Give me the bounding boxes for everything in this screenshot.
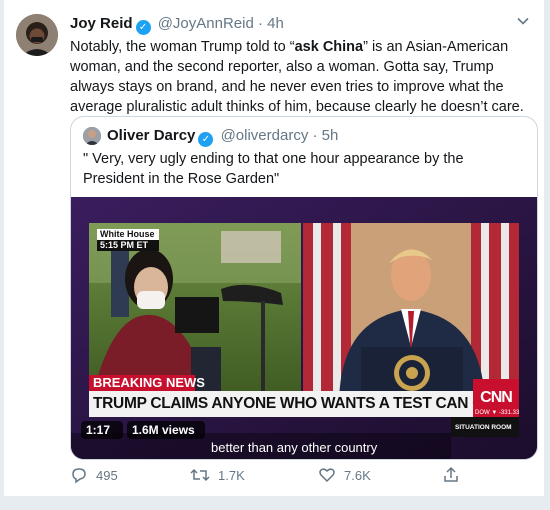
quoted-avatar-image — [83, 127, 101, 145]
quoted-text: " Very, very ugly ending to that one hou… — [83, 151, 464, 187]
quoted-author-name[interactable]: Oliver Darcy — [107, 127, 195, 144]
reply-button[interactable]: 495 — [70, 466, 118, 484]
heart-icon — [319, 468, 335, 483]
video-views: 1.6M views — [132, 423, 195, 437]
tweet-text-bold: ask China — [294, 39, 364, 55]
right-video-panel — [303, 223, 519, 401]
author-avatar[interactable] — [16, 14, 58, 56]
separator-dot: · — [257, 15, 263, 32]
author-handle[interactable]: @JoyAnnReid — [158, 15, 254, 32]
reply-count: 495 — [96, 467, 118, 483]
media-time-label: 5:15 PM ET — [100, 240, 149, 250]
verified-badge-icon: ✓ — [135, 20, 151, 35]
quoted-author-avatar[interactable] — [83, 127, 101, 145]
quoted-verified-badge-icon: ✓ — [198, 132, 214, 147]
share-button[interactable] — [442, 466, 460, 484]
video-duration: 1:17 — [86, 423, 111, 437]
tweet-text: Notably, the woman Trump told to “ask Ch… — [70, 37, 536, 117]
tweet-text-start: Notably, the woman Trump told to “ — [70, 39, 295, 55]
ticker-label: DOW ▼ -331.33 — [475, 410, 520, 416]
quoted-author-handle[interactable]: @oliverdarcy — [221, 127, 309, 144]
tweet-actions: 495 1.7K 7.6K — [70, 466, 510, 488]
quoted-header: Oliver Darcy ✓ @oliverdarcy · 5h — [107, 126, 338, 147]
breaking-news-label: BREAKING NEWS — [93, 375, 205, 390]
reply-icon — [72, 468, 86, 484]
quoted-tweet[interactable]: Oliver Darcy ✓ @oliverdarcy · 5h " Very, … — [70, 116, 538, 460]
quoted-time[interactable]: 5h — [322, 127, 339, 144]
segment-label: SITUATION ROOM — [455, 424, 512, 431]
network-logo: CNN — [480, 389, 513, 406]
avatar-image — [16, 14, 58, 56]
chevron-down-icon[interactable] — [516, 14, 530, 31]
author-name[interactable]: Joy Reid — [70, 15, 133, 32]
headline-label: TRUMP CLAIMS ANYONE WHO WANTS A TEST CAN… — [93, 395, 473, 412]
tweet-card[interactable]: Joy Reid ✓ @JoyAnnReid · 4h Notably, the … — [4, 0, 544, 496]
media-location-label: White House — [100, 229, 155, 239]
tweet-time[interactable]: 4h — [267, 15, 284, 32]
video-player[interactable]: White House 5:15 PM ET BREAKING NEWS TRU… — [71, 197, 537, 459]
retweet-icon — [190, 468, 210, 482]
retweet-button[interactable]: 1.7K — [190, 466, 245, 484]
like-button[interactable]: 7.6K — [318, 466, 371, 484]
retweet-count: 1.7K — [218, 467, 245, 483]
share-icon — [444, 466, 458, 482]
video-caption: better than any other country — [211, 440, 378, 455]
like-count: 7.6K — [344, 467, 371, 483]
tweet-header: Joy Reid ✓ @JoyAnnReid · 4h — [70, 14, 284, 35]
quoted-separator-dot: · — [312, 127, 318, 144]
